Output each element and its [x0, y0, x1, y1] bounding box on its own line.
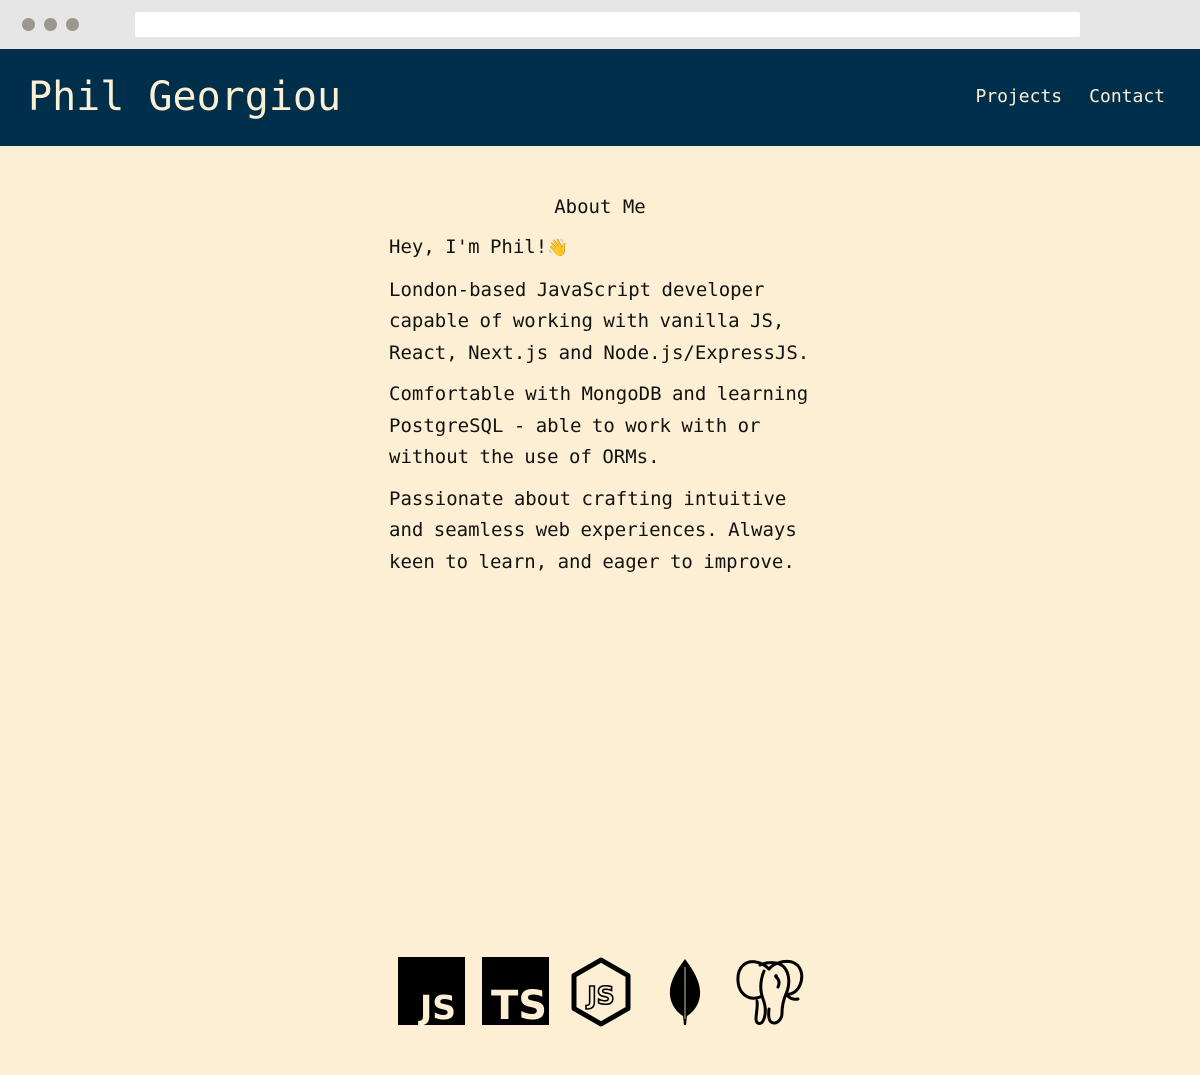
nav-link-projects[interactable]: Projects — [975, 85, 1062, 109]
postgresql-icon — [736, 959, 804, 1025]
window-maximize-dot[interactable] — [66, 18, 79, 31]
greeting-text: Hey, I'm Phil! — [389, 236, 548, 258]
about-heading: About Me — [554, 196, 646, 218]
main-nav: Projects Contact — [975, 85, 1165, 109]
about-paragraph-3: Passionate about crafting intuitive and … — [389, 487, 797, 573]
about-section: About Me Hey, I'm Phil!👋 London-based Ja… — [389, 192, 819, 578]
typescript-icon: TS — [482, 957, 549, 1025]
site-header: Phil Georgiou Projects Contact — [0, 49, 1200, 146]
greeting: Hey, I'm Phil!👋 — [389, 232, 819, 265]
javascript-icon: JS — [398, 957, 465, 1025]
tech-stack-icons: JS TS JS — [398, 957, 808, 1027]
site-title[interactable]: Phil Georgiou — [28, 73, 341, 121]
typescript-icon-label: TS — [491, 983, 547, 1025]
about-paragraph-1: London-based JavaScript developer capabl… — [389, 278, 810, 364]
window-close-dot[interactable] — [22, 18, 35, 31]
browser-chrome — [0, 0, 1200, 49]
nodejs-icon: JS — [571, 957, 631, 1027]
address-bar[interactable] — [135, 12, 1080, 37]
nav-link-contact[interactable]: Contact — [1089, 85, 1165, 109]
nodejs-icon-label: JS — [585, 981, 614, 1010]
mongodb-icon — [669, 959, 701, 1025]
javascript-icon-label: JS — [418, 988, 456, 1025]
waving-hand-icon: 👋 — [547, 238, 569, 258]
window-minimize-dot[interactable] — [44, 18, 57, 31]
about-paragraph-2: Comfortable with MongoDB and learning Po… — [389, 383, 809, 468]
